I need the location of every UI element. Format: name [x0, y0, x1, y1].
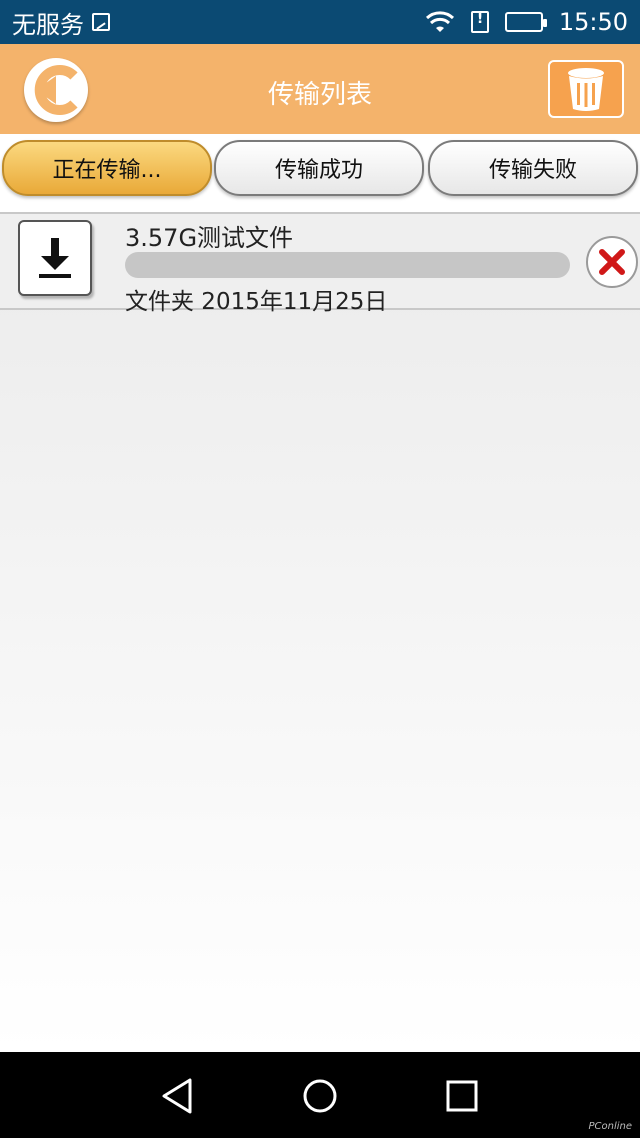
nav-recent-icon[interactable]: [442, 1076, 482, 1116]
page-title: 传输列表: [267, 80, 372, 110]
transfer-tabs: 正在传输... 传输成功 传输失败: [0, 134, 640, 212]
wifi-icon: [425, 11, 454, 32]
list-item[interactable]: 3.57G测试文件 文件夹 2015年11月25日: [0, 212, 640, 315]
tab-transferring[interactable]: 正在传输...: [2, 140, 212, 196]
close-icon: [599, 249, 625, 275]
tab-failed[interactable]: 传输失败: [428, 140, 638, 196]
app-header: 传输列表: [0, 44, 640, 134]
nav-back-icon[interactable]: [158, 1076, 198, 1116]
battery-icon: [504, 12, 547, 32]
tab-success[interactable]: 传输成功: [214, 140, 424, 196]
transfer-list: 3.57G测试文件 文件夹 2015年11月25日: [0, 212, 640, 1052]
cancel-transfer-button[interactable]: [586, 236, 638, 288]
file-meta: 文件夹 2015年11月25日: [125, 289, 388, 315]
clear-all-button[interactable]: [548, 60, 624, 118]
file-name: 3.57G测试文件: [125, 224, 294, 252]
image-notification-icon: [92, 13, 110, 31]
progress-bar: [125, 252, 570, 278]
sim-alert-icon: [470, 11, 489, 33]
system-nav-bar: PConline: [0, 1052, 640, 1138]
status-bar: 无服务 15:50: [0, 0, 640, 44]
clock: 15:50: [558, 8, 628, 36]
nav-home-icon[interactable]: [300, 1076, 340, 1116]
trash-icon: [568, 68, 604, 111]
download-icon: [18, 220, 92, 296]
carrier-text: 无服务: [12, 10, 84, 39]
watermark: PConline: [588, 1121, 632, 1132]
